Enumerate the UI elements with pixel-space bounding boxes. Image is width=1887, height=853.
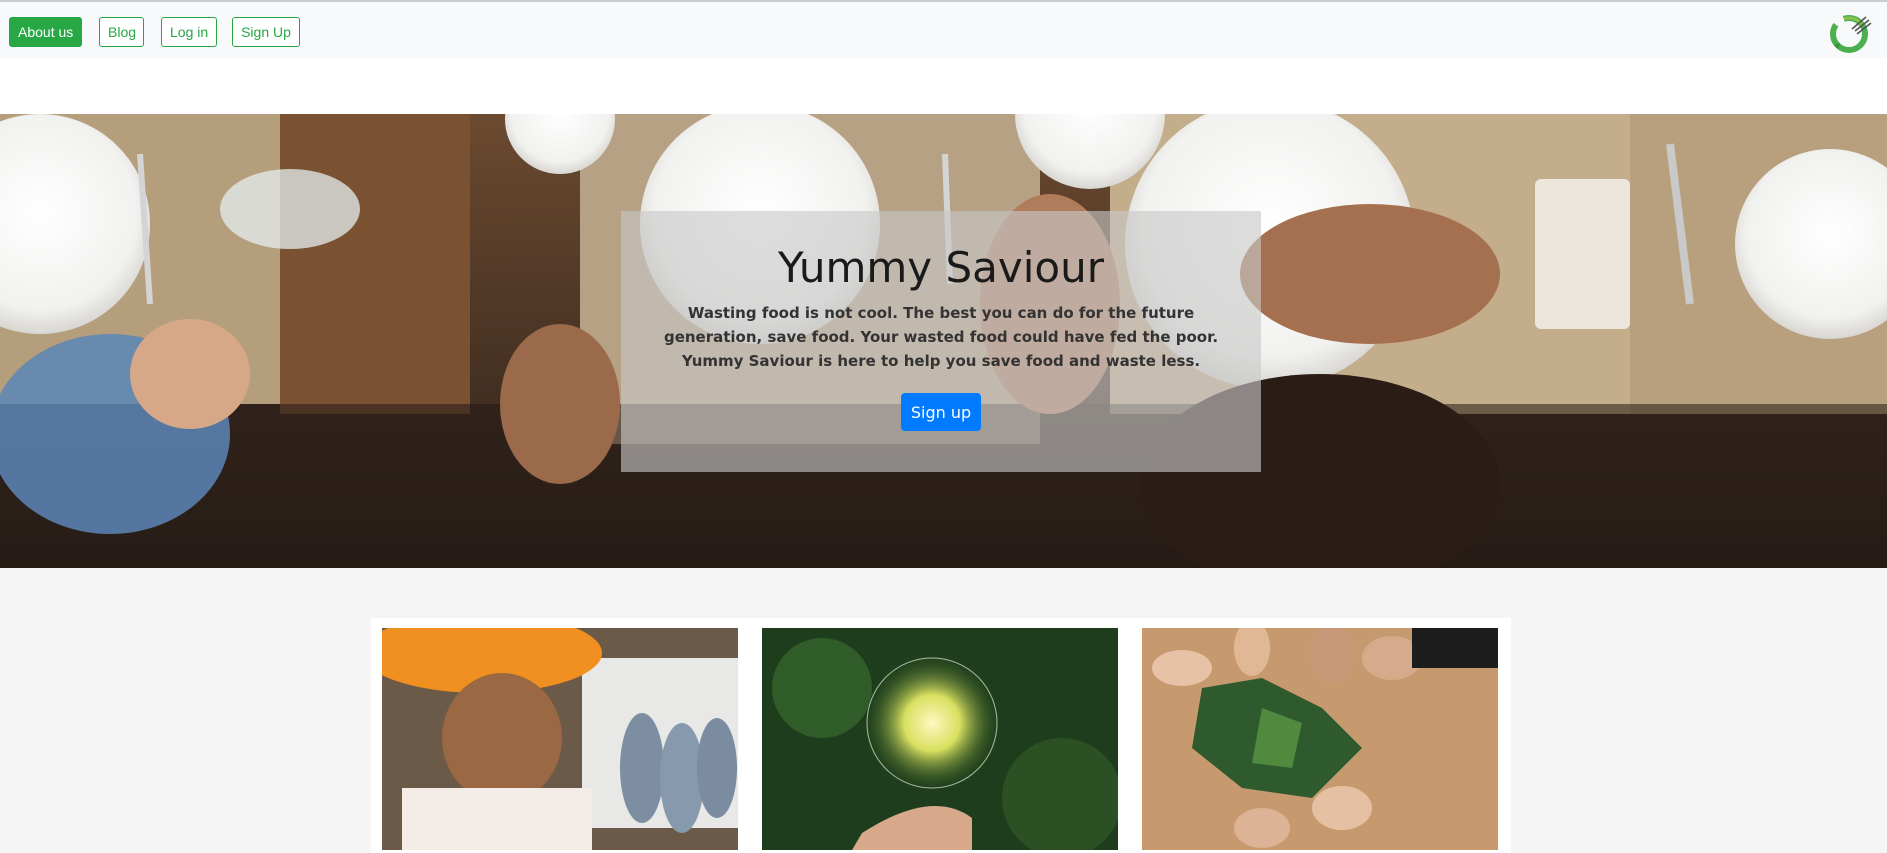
- hero-section: Yummy Saviour Wasting food is not cool. …: [0, 114, 1887, 568]
- hero-overlay-panel: Yummy Saviour Wasting food is not cool. …: [621, 211, 1261, 472]
- hero-signup-button[interactable]: Sign up: [901, 393, 981, 431]
- feature-cards-section: [0, 568, 1887, 853]
- feature-card-2[interactable]: [751, 618, 1131, 853]
- signup-nav-button[interactable]: Sign Up: [232, 17, 300, 47]
- hero-title: Yummy Saviour: [778, 243, 1104, 292]
- hands-with-green-puzzle-photo: [1142, 628, 1498, 850]
- smiling-woman-with-fish-photo: [382, 628, 738, 850]
- recycle-fork-logo-icon[interactable]: [1826, 11, 1872, 57]
- about-us-button[interactable]: About us: [9, 17, 82, 47]
- hero-description: Wasting food is not cool. The best you c…: [663, 304, 1219, 370]
- login-button[interactable]: Log in: [161, 17, 217, 47]
- top-navbar: About us Blog Log in Sign Up: [0, 2, 1887, 58]
- blog-button[interactable]: Blog: [99, 17, 144, 47]
- feature-card-1[interactable]: [371, 618, 751, 853]
- feature-card-3[interactable]: [1131, 618, 1511, 853]
- lightbulb-in-hand-eco-icons-photo: [762, 628, 1118, 850]
